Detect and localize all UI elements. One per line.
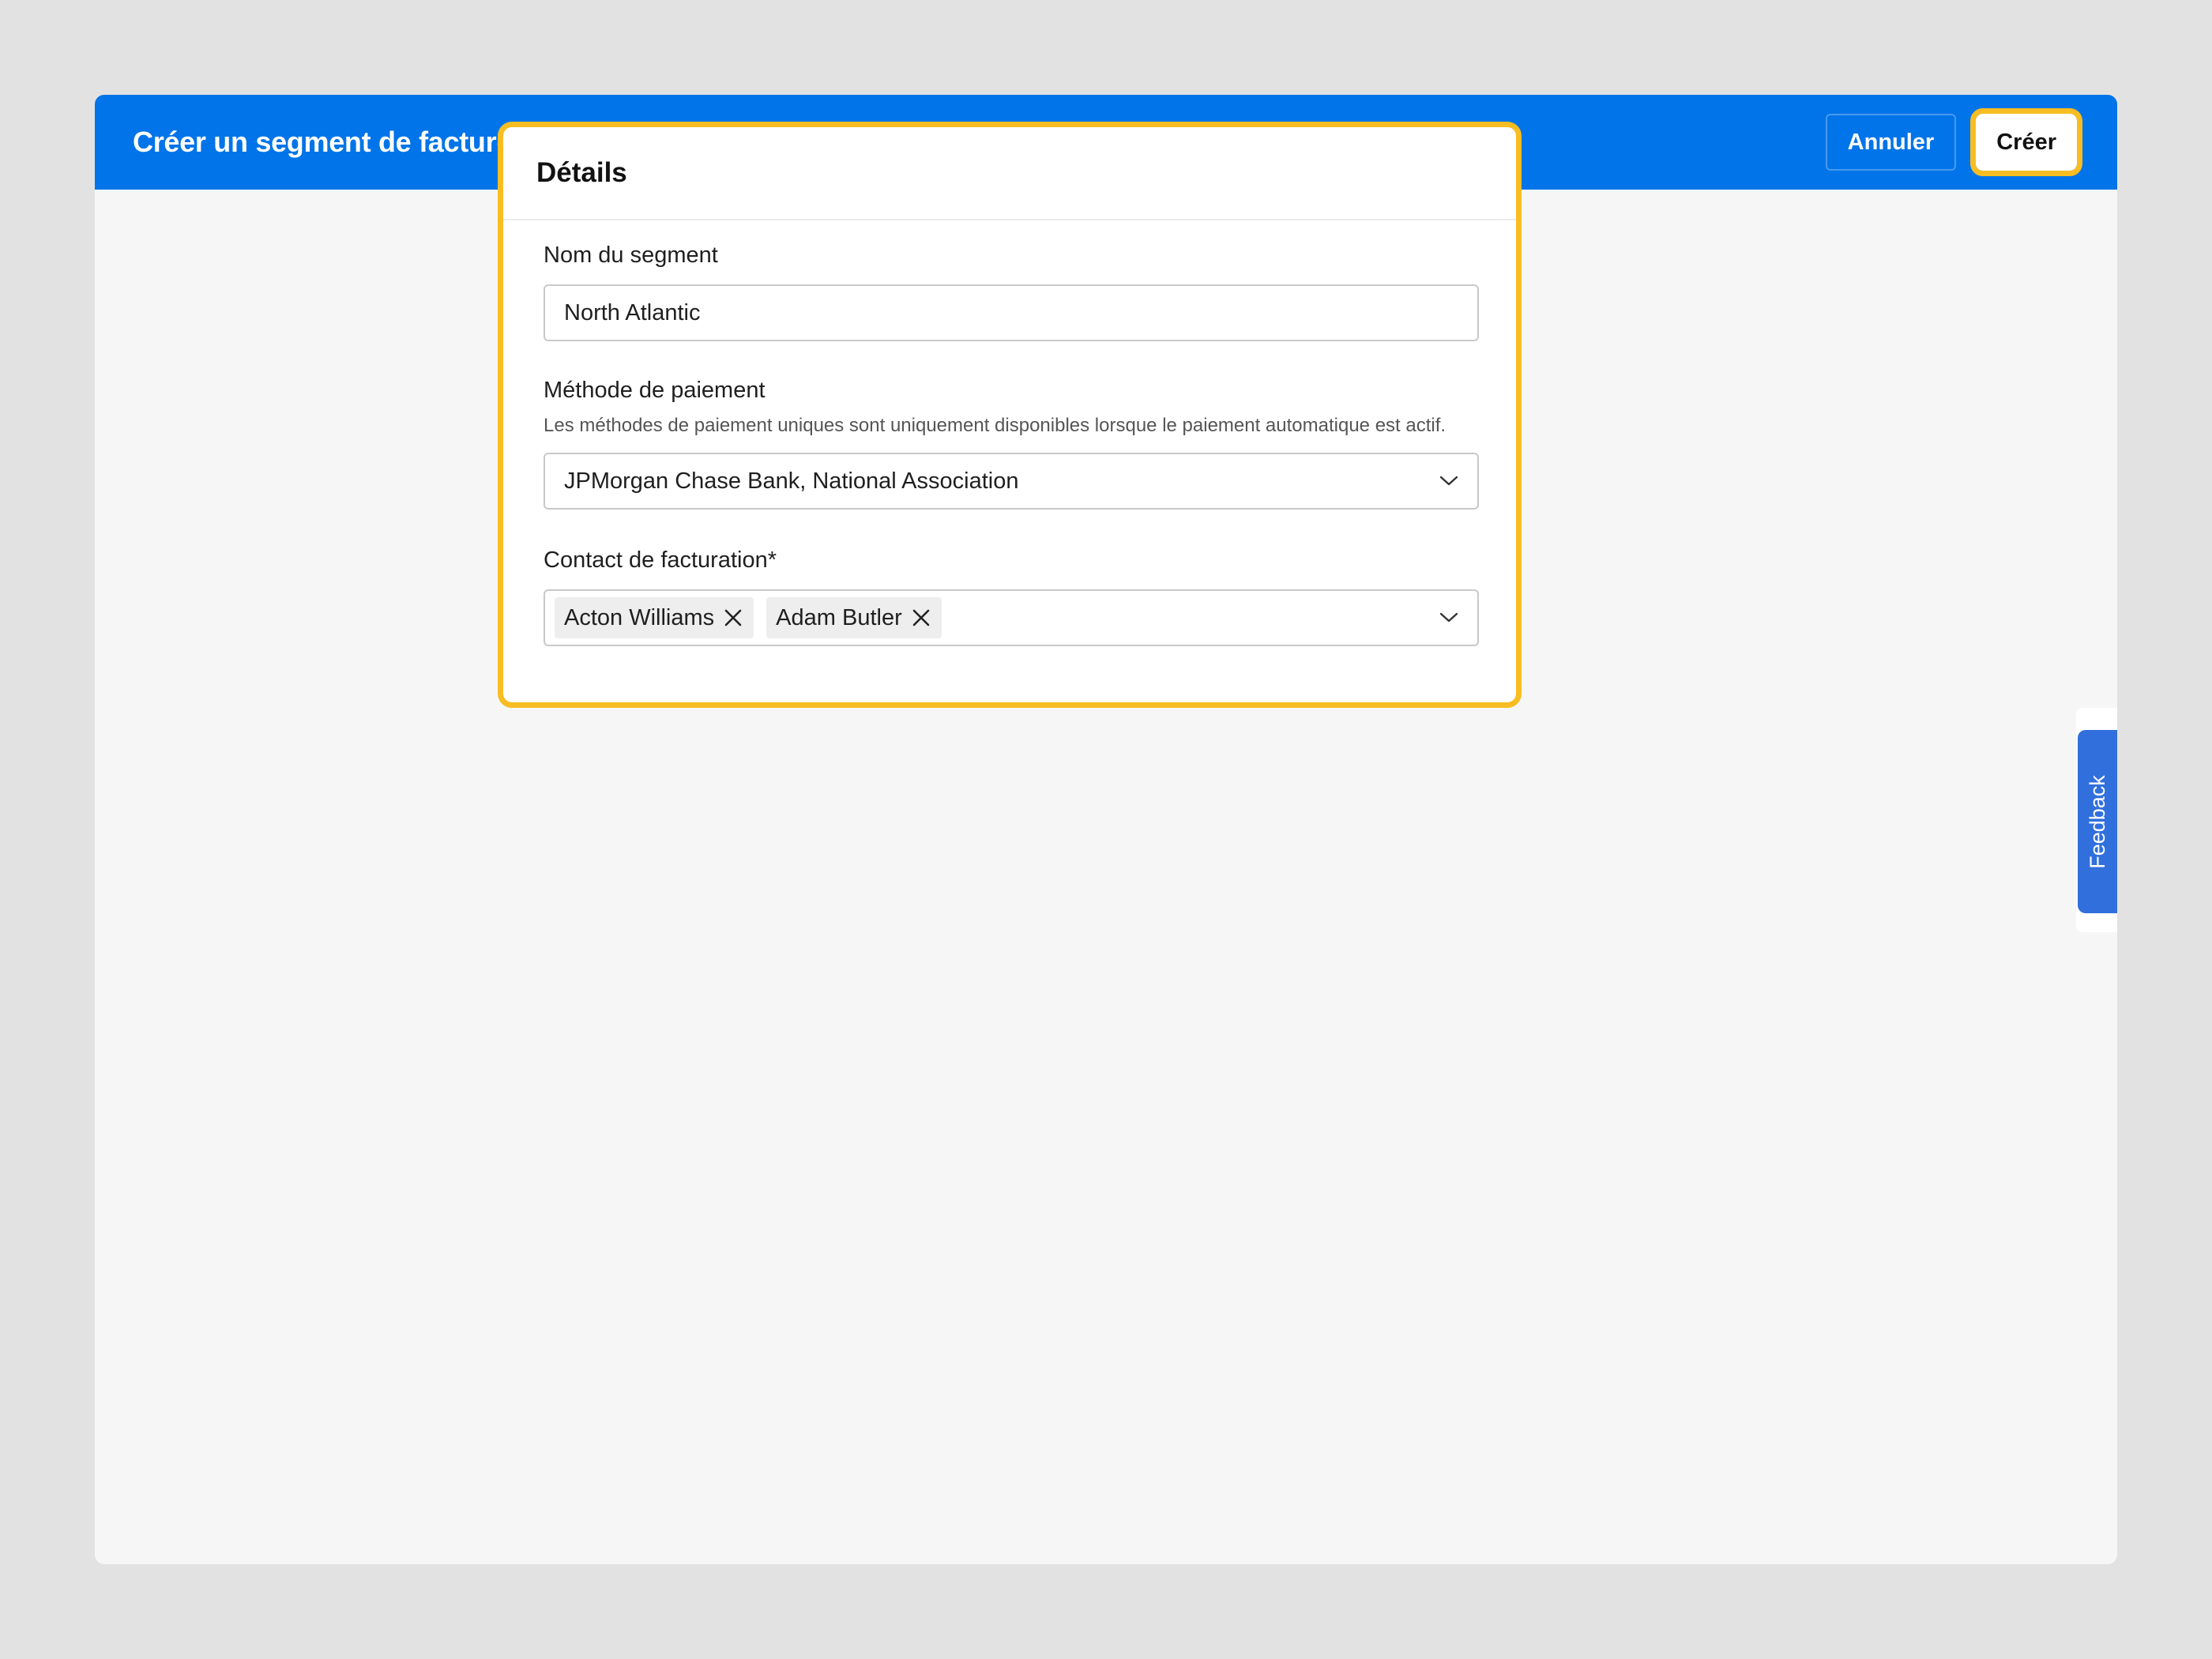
details-card-header: Détails xyxy=(503,127,1516,220)
payment-method-select[interactable]: JPMorgan Chase Bank, National Associatio… xyxy=(544,453,1479,510)
billing-contact-label: Contact de facturation* xyxy=(544,547,777,573)
contact-tag: Acton Williams xyxy=(555,597,754,638)
details-card-title: Détails xyxy=(536,157,627,188)
feedback-tab[interactable]: Feedback xyxy=(2078,730,2117,913)
chevron-down-icon[interactable] xyxy=(1438,607,1460,629)
payment-method-value: JPMorgan Chase Bank, National Associatio… xyxy=(564,468,1019,494)
contact-tag-label: Adam Butler xyxy=(776,604,902,630)
page-title: Créer un segment de facture xyxy=(133,126,513,158)
contact-tag: Adam Butler xyxy=(766,597,942,638)
payment-method-label: Méthode de paiement xyxy=(544,378,766,403)
billing-contact-select[interactable]: Acton Williams Adam Butler xyxy=(544,589,1479,646)
payment-method-help: Les méthodes de paiement uniques sont un… xyxy=(544,415,1446,436)
details-card: Détails Nom du segment North Atlantic Mé… xyxy=(498,122,1522,708)
payment-method-group: Méthode de paiement Les méthodes de paie… xyxy=(544,379,1480,510)
segment-name-input[interactable]: North Atlantic xyxy=(544,284,1479,341)
details-form: Nom du segment North Atlantic Méthode de… xyxy=(503,220,1516,646)
segment-name-value: North Atlantic xyxy=(564,299,701,325)
create-button-highlight: Créer xyxy=(1970,108,2082,176)
feedback-label: Feedback xyxy=(2085,774,2109,869)
contact-tag-label: Acton Williams xyxy=(564,604,715,630)
chevron-down-icon[interactable] xyxy=(1438,470,1460,492)
billing-contact-tags: Acton Williams Adam Butler xyxy=(555,597,942,638)
segment-name-group: Nom du segment North Atlantic xyxy=(544,244,1480,341)
cancel-button[interactable]: Annuler xyxy=(1825,114,1957,171)
close-icon[interactable] xyxy=(722,607,744,629)
create-button[interactable]: Créer xyxy=(1976,114,2077,171)
header-actions: Annuler Créer xyxy=(1825,108,2082,176)
segment-name-label: Nom du segment xyxy=(544,243,718,268)
billing-contact-group: Contact de facturation* Acton Williams A… xyxy=(544,549,1480,646)
close-icon[interactable] xyxy=(910,607,932,629)
